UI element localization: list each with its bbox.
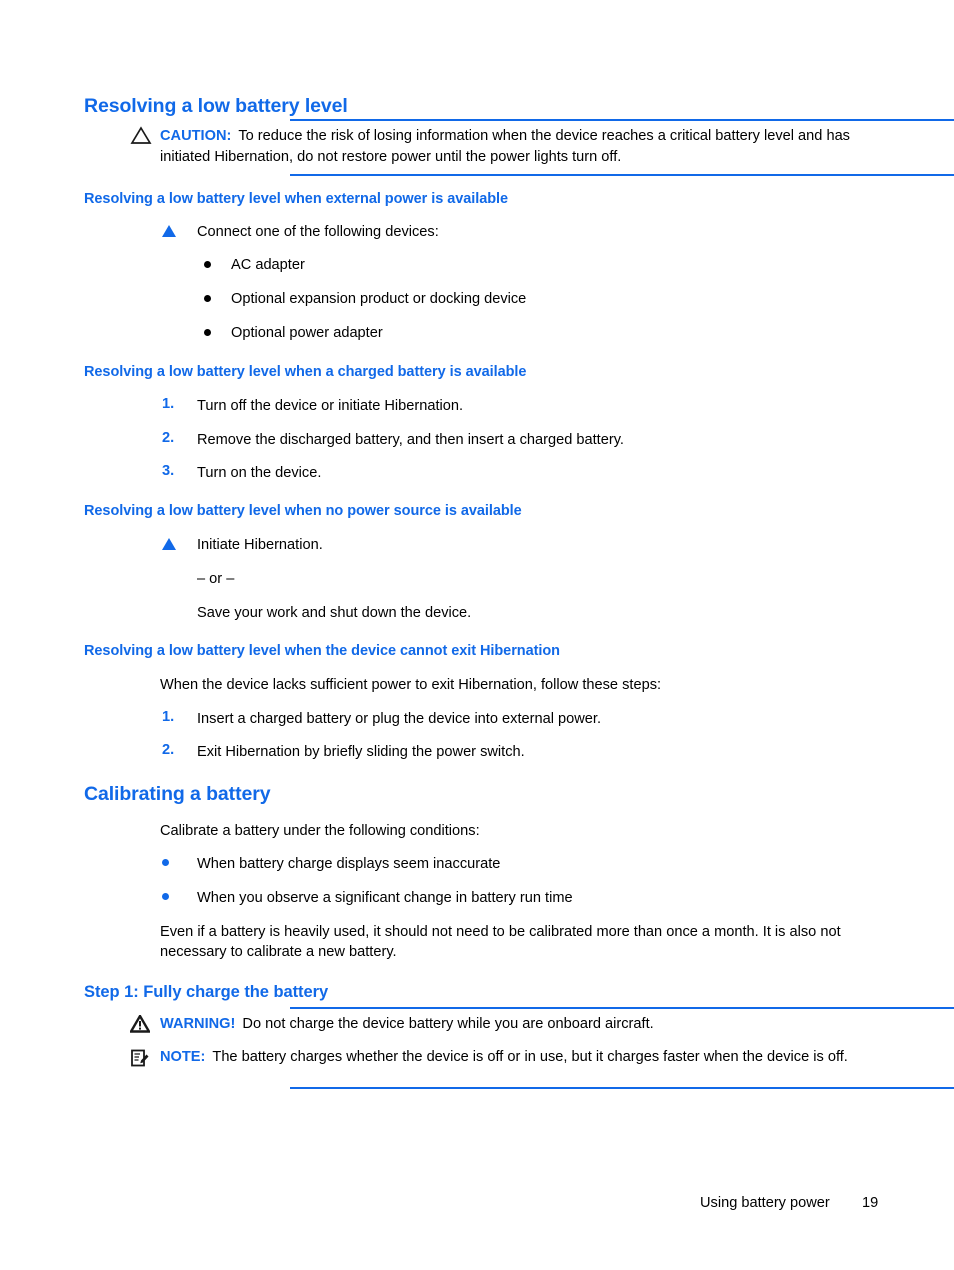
triangle-marker-icon [162, 538, 176, 550]
list-item: Turn on the device. [197, 465, 322, 481]
caution-top-rule [290, 119, 954, 121]
caution-triangle-icon [130, 126, 156, 146]
caution-admonition: CAUTION: To reduce the risk of losing inf… [130, 119, 954, 180]
document-page: Resolving a low battery level CAUTION: To… [0, 0, 954, 1270]
paragraph-calibration-frequency: Even if a battery is heavily used, it sh… [160, 924, 841, 960]
bullet-dot-icon [162, 859, 169, 866]
caution-bottom-rule [290, 174, 954, 176]
caution-text: To reduce the risk of losing information… [160, 128, 850, 165]
warning-text: Do not charge the device battery while y… [242, 1016, 654, 1032]
page-title-calibrating-battery: Calibrating a battery [84, 783, 271, 805]
caution-body: CAUTION: To reduce the risk of losing inf… [160, 126, 880, 167]
step-number: 1. [162, 396, 175, 412]
step-number: 2. [162, 742, 175, 758]
subheading-step-1: Step 1: Fully charge the battery [84, 983, 329, 1001]
note-pencil-icon [130, 1048, 156, 1068]
list-item: When battery charge displays seem inaccu… [197, 856, 501, 872]
bullet-dot-icon [204, 329, 211, 336]
bullet-dot-icon [162, 893, 169, 900]
or-separator: – or – [197, 571, 235, 587]
list-item: When you observe a significant change in… [197, 890, 573, 906]
list-item: Turn off the device or initiate Hibernat… [197, 398, 464, 414]
note-body: NOTE: The battery charges whether the dev… [160, 1047, 880, 1068]
step-number: 1. [162, 709, 175, 725]
lead-calibrate-conditions: Calibrate a battery under the following … [160, 823, 480, 839]
list-item: Optional power adapter [231, 325, 383, 341]
option-save-and-shutdown: Save your work and shut down the device. [197, 605, 472, 621]
warning-note-admonition-group: WARNING! Do not charge the device battery… [128, 1007, 954, 1090]
lead-connect-devices: Connect one of the following devices: [197, 224, 439, 240]
list-item: Optional expansion product or docking de… [231, 291, 527, 307]
page-title-resolving-low-battery: Resolving a low battery level [84, 95, 348, 117]
list-item: Exit Hibernation by briefly sliding the … [197, 744, 525, 760]
note-bottom-rule [290, 1087, 954, 1089]
list-item: Insert a charged battery or plug the dev… [197, 711, 601, 727]
caution-label: CAUTION: [160, 128, 232, 144]
step-number: 2. [162, 430, 175, 446]
list-item: Remove the discharged battery, and then … [197, 432, 624, 448]
subheading-no-power-source: Resolving a low battery level when no po… [84, 503, 522, 519]
subheading-charged-battery: Resolving a low battery level when a cha… [84, 364, 527, 380]
option-initiate-hibernation: Initiate Hibernation. [197, 537, 323, 553]
bullet-dot-icon [204, 261, 211, 268]
list-item: AC adapter [231, 257, 305, 273]
warning-top-rule [290, 1007, 954, 1009]
step-number: 3. [162, 463, 175, 479]
lead-insufficient-power: When the device lacks sufficient power t… [160, 677, 662, 693]
bullet-dot-icon [204, 295, 211, 302]
warning-body: WARNING! Do not charge the device battery… [160, 1014, 880, 1035]
warning-triangle-icon [128, 1013, 156, 1035]
footer-chapter-label: Using battery power [700, 1195, 830, 1211]
subheading-external-power: Resolving a low battery level when exter… [84, 191, 509, 207]
warning-label: WARNING! [160, 1016, 236, 1032]
footer-page-number: 19 [862, 1195, 879, 1211]
note-label: NOTE: [160, 1049, 206, 1065]
triangle-marker-icon [162, 225, 176, 237]
note-text: The battery charges whether the device i… [212, 1049, 848, 1065]
subheading-cannot-exit-hibernation: Resolving a low battery level when the d… [84, 643, 560, 659]
